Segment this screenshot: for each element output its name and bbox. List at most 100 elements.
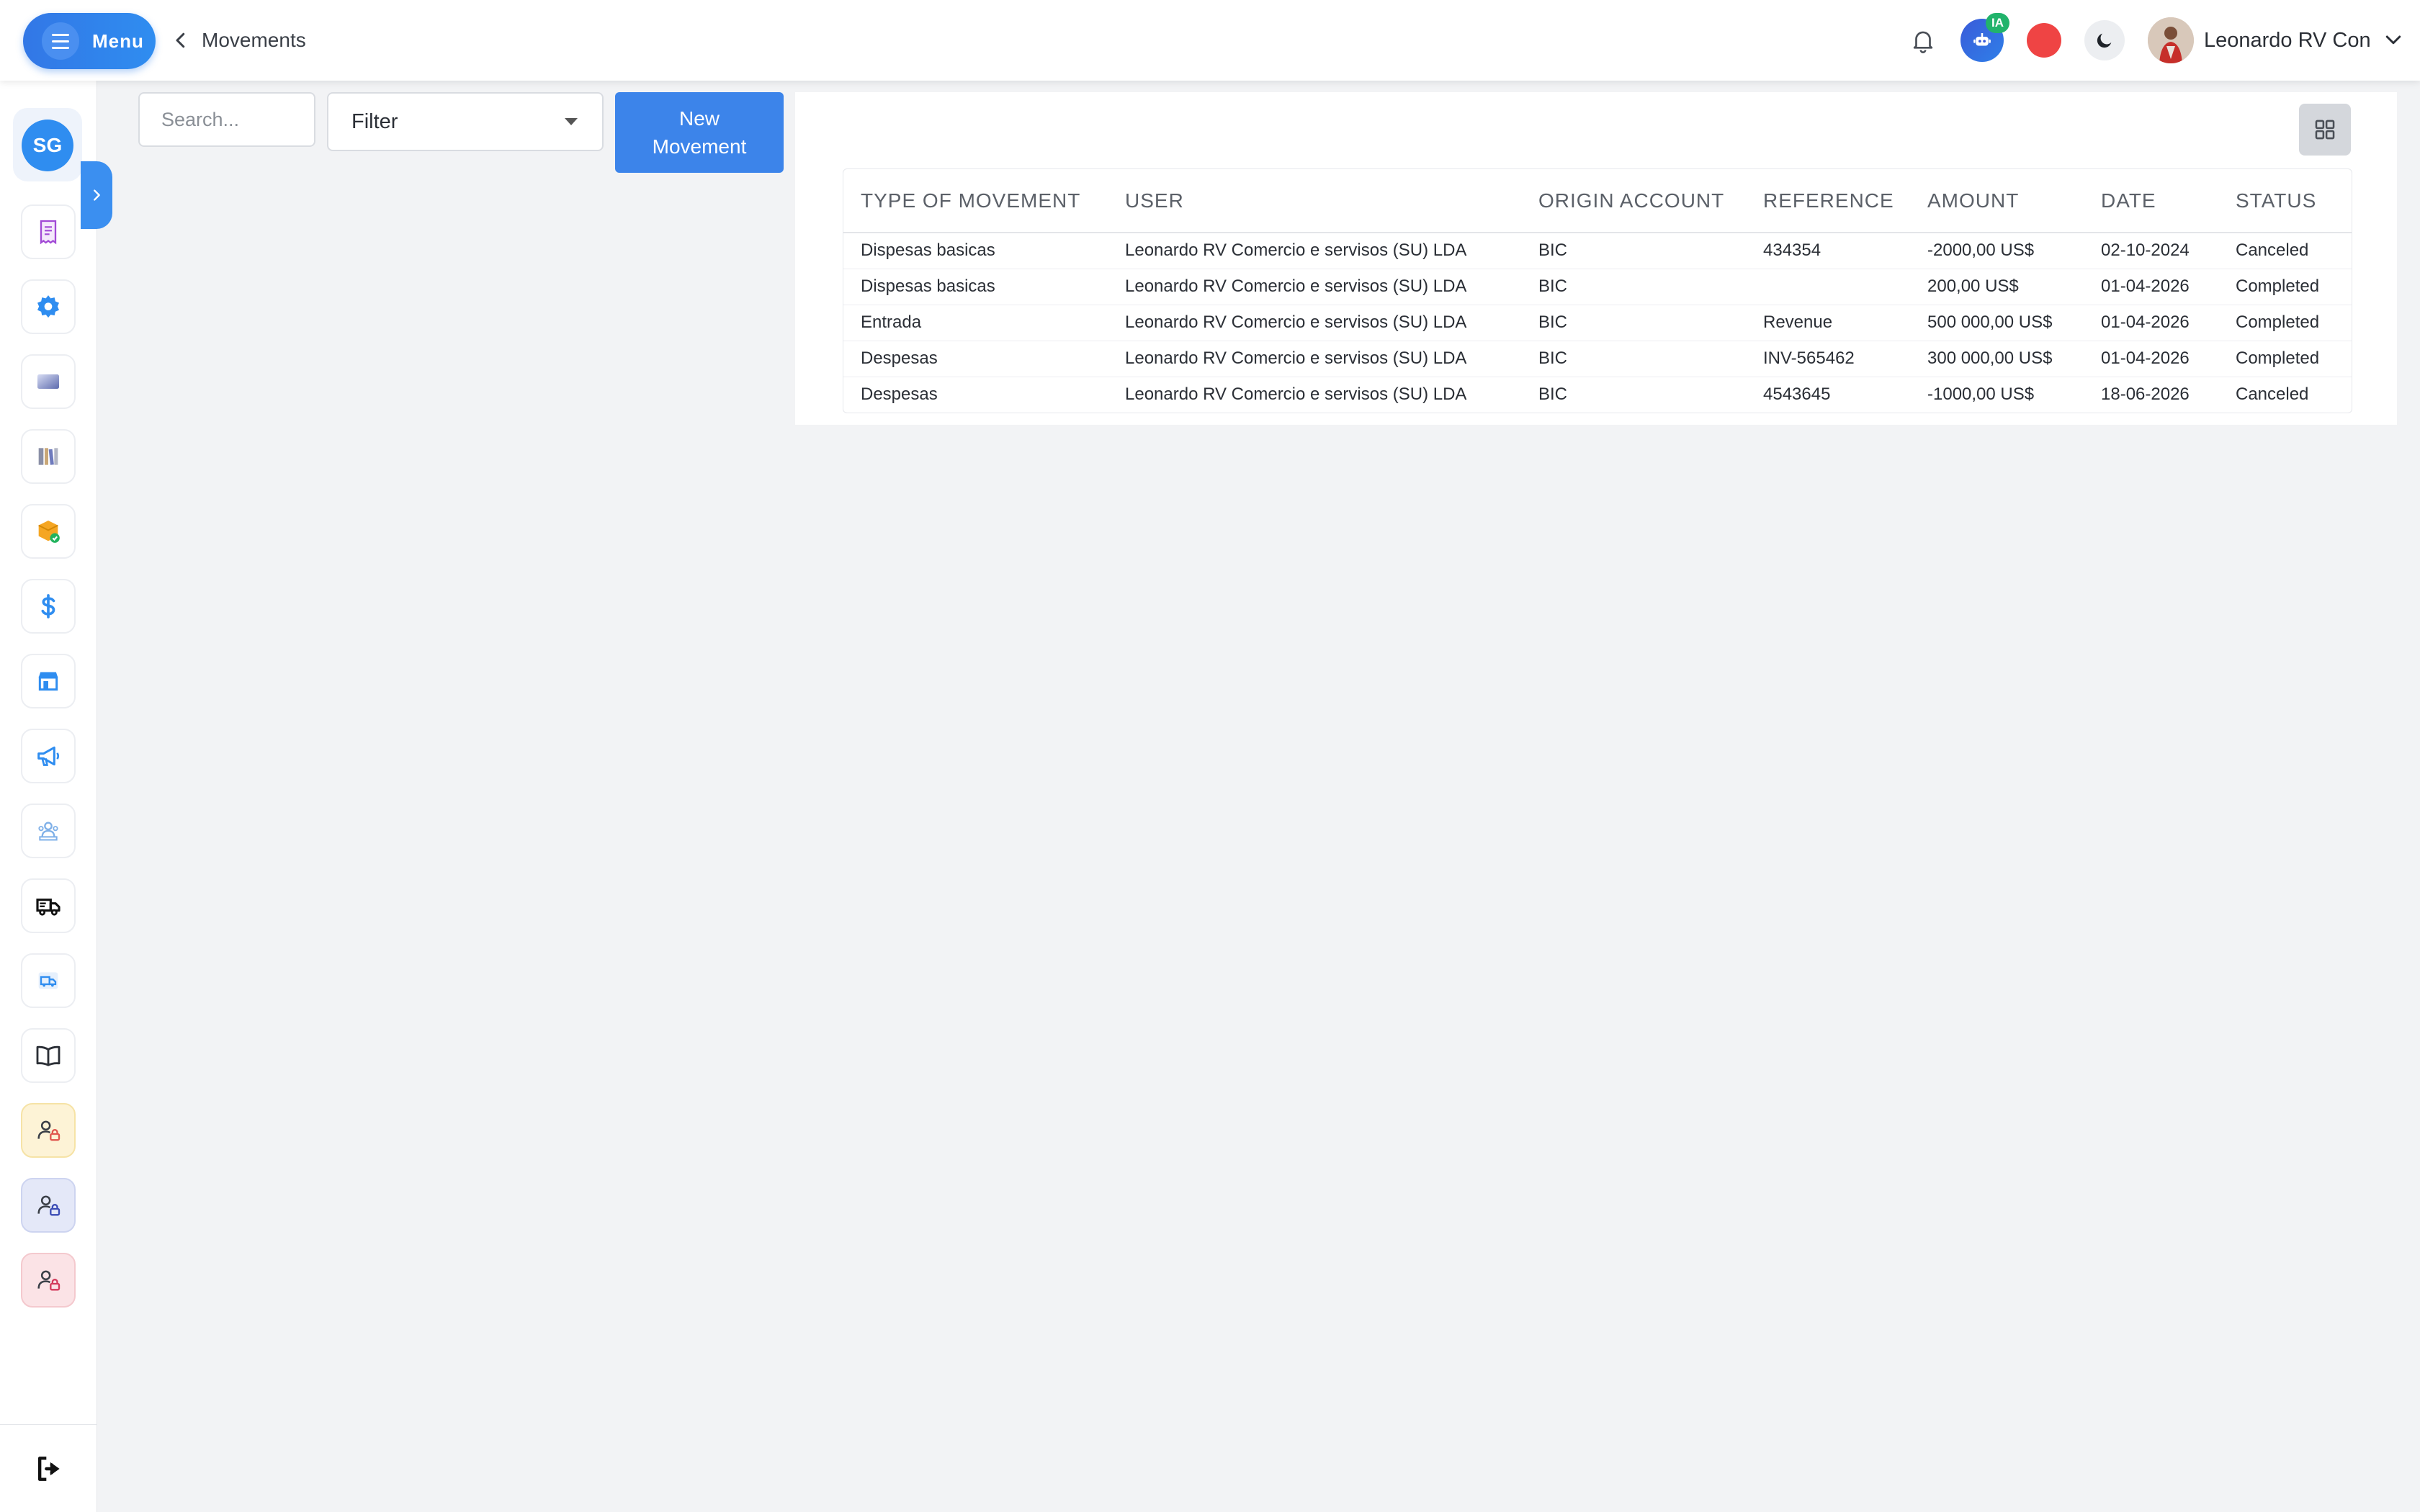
sidebar-item-store[interactable]	[21, 654, 76, 708]
table-row[interactable]: Despesas Leonardo RV Comercio e servisos…	[843, 341, 2352, 377]
gear-icon	[37, 295, 59, 318]
megaphone-icon	[37, 746, 60, 766]
brand-logo[interactable]: SG	[22, 120, 73, 171]
sidebar-item-user-access-3[interactable]	[21, 1253, 76, 1308]
new-movement-button[interactable]: New Movement	[615, 92, 784, 173]
cell-type: Dispesas basicas	[843, 233, 1108, 269]
cell-user: Leonardo RV Comercio e servisos (SU) LDA	[1108, 269, 1521, 305]
store-icon	[38, 672, 58, 691]
chevron-down-icon	[2385, 35, 2401, 45]
card-icon	[37, 374, 59, 389]
sidebar-item-marketing[interactable]	[21, 729, 76, 783]
receipt-icon	[40, 220, 57, 245]
table-row[interactable]: Entrada Leonardo RV Comercio e servisos …	[843, 305, 2352, 341]
top-bar: Menu Movements IA Leonardo RV Con	[0, 0, 2420, 81]
cell-type: Entrada	[843, 305, 1108, 341]
menu-button[interactable]: Menu	[23, 13, 156, 69]
table-row[interactable]: Dispesas basicas Leonardo RV Comercio e …	[843, 269, 2352, 305]
cell-reference: INV-565462	[1746, 341, 1910, 377]
table-row[interactable]: Despesas Leonardo RV Comercio e servisos…	[843, 377, 2352, 413]
assistant-badge: IA	[1986, 13, 2009, 33]
user-menu[interactable]: Leonardo RV Con	[2148, 16, 2404, 65]
column-header-reference[interactable]: REFERENCE	[1746, 169, 1910, 233]
column-header-type[interactable]: TYPE OF MOVEMENT	[843, 169, 1108, 233]
dark-mode-toggle[interactable]	[2083, 19, 2126, 62]
movements-table: TYPE OF MOVEMENT USER ORIGIN ACCOUNT REF…	[843, 168, 2352, 413]
cell-type: Despesas	[843, 341, 1108, 377]
grid-view-toggle[interactable]	[2299, 104, 2351, 156]
sidebar-item-user-access-2[interactable]	[21, 1178, 76, 1233]
user-lock-icon	[37, 1120, 60, 1141]
user-lock-icon	[37, 1195, 60, 1216]
search-input[interactable]	[138, 92, 315, 147]
cell-origin-account: BIC	[1521, 341, 1746, 377]
cell-amount: -1000,00 US$	[1927, 384, 2035, 405]
avatar	[2148, 17, 2194, 63]
user-name: Leonardo RV Con	[2204, 28, 2371, 52]
cell-reference: 434354	[1746, 233, 1910, 269]
cell-date: 01-04-2026	[2084, 341, 2218, 377]
table-header-row: TYPE OF MOVEMENT USER ORIGIN ACCOUNT REF…	[843, 169, 2352, 233]
assistant-button[interactable]: IA	[1960, 13, 2009, 62]
cell-status: Completed	[2218, 341, 2352, 377]
back-button[interactable]: Movements	[170, 22, 306, 59]
team-icon	[38, 822, 58, 841]
column-header-status[interactable]: STATUS	[2218, 169, 2352, 233]
dollar-icon	[41, 594, 55, 618]
notifications-button[interactable]	[1901, 19, 1945, 62]
cell-reference: Revenue	[1746, 305, 1910, 341]
sidebar-item-finance[interactable]	[21, 579, 76, 634]
filter-select[interactable]: Filter	[327, 92, 604, 151]
sidebar-item-cards[interactable]	[21, 354, 76, 409]
cell-date: 01-04-2026	[2084, 269, 2218, 305]
column-header-user[interactable]: USER	[1108, 169, 1521, 233]
sidebar: SG	[0, 81, 97, 1512]
cell-origin-account: BIC	[1521, 305, 1746, 341]
sidebar-item-delivery[interactable]	[21, 953, 76, 1008]
cell-user: Leonardo RV Comercio e servisos (SU) LDA	[1108, 341, 1521, 377]
record-dot-icon	[2027, 23, 2061, 58]
sidebar-item-team[interactable]	[21, 804, 76, 858]
filter-label: Filter	[351, 109, 398, 133]
cell-amount: -2000,00 US$	[1910, 233, 2084, 269]
cell-user: Leonardo RV Comercio e servisos (SU) LDA	[1108, 233, 1521, 269]
cell-origin-account: BIC	[1521, 269, 1746, 305]
cell-origin-account: BIC	[1538, 384, 1568, 405]
sidebar-item-receipts[interactable]	[21, 204, 76, 259]
sidebar-item-documentation[interactable]	[21, 1028, 76, 1083]
cell-amount: 200,00 US$	[1910, 269, 2084, 305]
cell-date: 02-10-2024	[2084, 233, 2218, 269]
user-lock-icon	[37, 1270, 60, 1291]
delivery-icon	[38, 972, 58, 989]
cell-status: Completed	[2218, 269, 2352, 305]
caret-down-icon	[565, 118, 578, 125]
logout-button[interactable]	[0, 1424, 97, 1512]
cell-origin-account: BIC	[1521, 233, 1746, 269]
sidebar-item-inventory[interactable]	[21, 504, 76, 559]
sidebar-item-transport[interactable]	[21, 878, 76, 933]
column-header-amount[interactable]: AMOUNT	[1910, 169, 2084, 233]
column-header-origin-account[interactable]: ORIGIN ACCOUNT	[1521, 169, 1746, 233]
truck-icon	[36, 899, 60, 916]
chevron-left-icon	[176, 32, 185, 48]
sidebar-item-user-access-1[interactable]	[21, 1103, 76, 1158]
moon-icon	[2084, 20, 2125, 60]
cell-reference: 4543645	[1763, 384, 1831, 405]
cell-amount: 300 000,00 US$	[1910, 341, 2084, 377]
book-open-icon	[36, 1045, 60, 1066]
sidebar-item-settings[interactable]	[21, 279, 76, 334]
sidebar-expand-button[interactable]	[81, 161, 112, 229]
menu-label: Menu	[92, 30, 144, 52]
cell-user: Leonardo RV Comercio e servisos (SU) LDA	[1125, 384, 1467, 405]
record-button[interactable]	[2022, 19, 2066, 62]
bell-icon	[1913, 31, 1933, 53]
cell-type: Dispesas basicas	[843, 269, 1108, 305]
hamburger-icon	[42, 22, 79, 60]
column-header-date[interactable]: DATE	[2084, 169, 2218, 233]
table-row[interactable]: Dispesas basicas Leonardo RV Comercio e …	[843, 233, 2352, 269]
cell-date: 18-06-2026	[2101, 384, 2190, 405]
box-check-icon	[38, 521, 60, 543]
cell-user: Leonardo RV Comercio e servisos (SU) LDA	[1108, 305, 1521, 341]
cell-status: Canceled	[2218, 233, 2352, 269]
sidebar-item-library[interactable]	[21, 429, 76, 484]
